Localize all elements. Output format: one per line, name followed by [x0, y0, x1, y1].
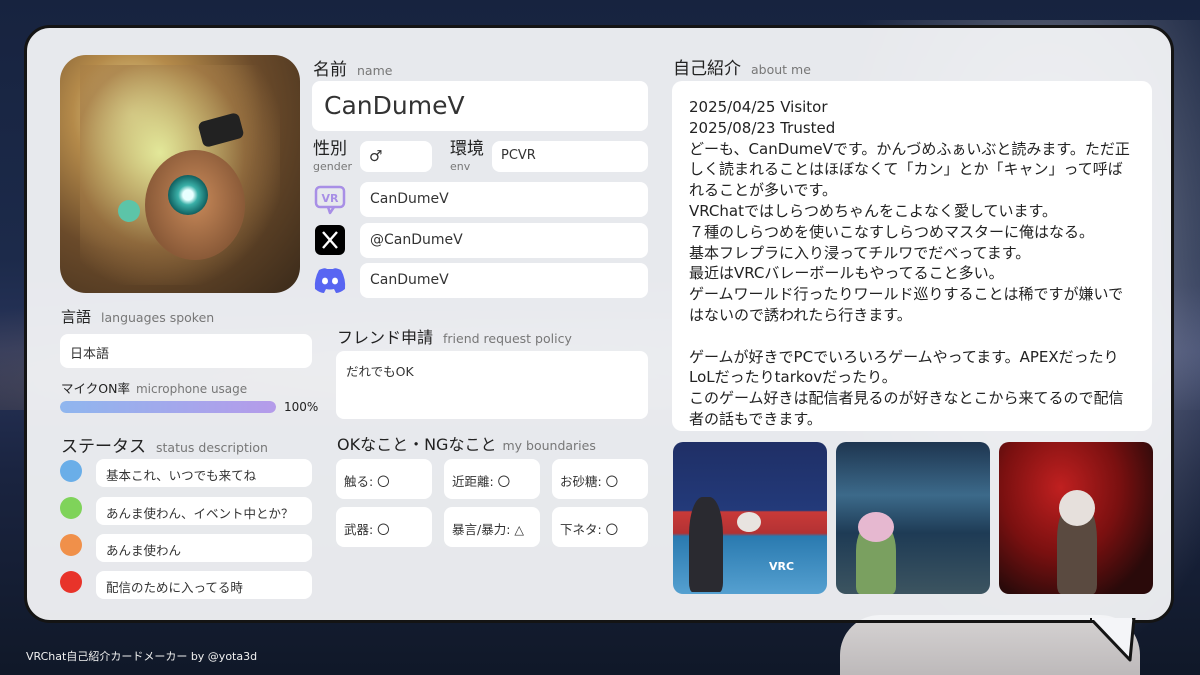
speech-bubble-tail	[1090, 618, 1136, 662]
microphone-percent: 100%	[284, 400, 319, 414]
gender-value: ♂	[360, 141, 432, 172]
status-dot-green	[60, 497, 82, 519]
x-icon	[313, 223, 347, 257]
status-item: 配信のために入ってる時	[96, 571, 312, 599]
photo-autumn-world	[999, 442, 1153, 594]
status-item: あんま使わん	[96, 534, 312, 562]
friend-request-value: だれでもOK	[336, 351, 648, 419]
svg-text:VR: VR	[322, 192, 340, 205]
languages-label: 言語 languages spoken	[61, 308, 215, 326]
microphone-label: マイクON率 microphone usage	[61, 381, 248, 396]
boundary-item: 武器: 〇	[336, 507, 432, 547]
status-dot-orange	[60, 534, 82, 556]
x-account: @CanDumeV	[360, 223, 648, 258]
boundary-item: お砂糖: 〇	[552, 459, 648, 499]
vrchat-account: CanDumeV	[360, 182, 648, 217]
boundary-item: 下ネタ: 〇	[552, 507, 648, 547]
about-text: 2025/04/25 Visitor 2025/08/23 Trusted どー…	[672, 81, 1152, 431]
env-label: 環境 env	[450, 139, 484, 174]
avatar-eye	[168, 175, 208, 215]
microphone-usage-bar	[60, 401, 276, 413]
about-label: 自己紹介 about me	[673, 59, 811, 79]
friend-request-label: フレンド申請 friend request policy	[337, 328, 572, 347]
discord-account: CanDumeV	[360, 263, 648, 298]
boundary-item: 暴言/暴力: △	[444, 507, 540, 547]
name-value: CanDumeV	[312, 81, 648, 131]
discord-icon	[313, 263, 347, 297]
avatar-image	[60, 55, 300, 293]
clover-hair-clip	[118, 200, 140, 222]
languages-value: 日本語	[60, 334, 312, 368]
status-dot-red	[60, 571, 82, 593]
status-dot-blue	[60, 460, 82, 482]
footer-credit: VRChat自己紹介カードメーカー by @yota3d	[26, 650, 258, 663]
boundary-item: 近距離: 〇	[444, 459, 540, 499]
boundaries-label: OKなこと・NGなこと my boundaries	[337, 435, 596, 454]
status-item: あんま使わん、イベント中とか？	[96, 497, 312, 525]
boundary-item: 触る: 〇	[336, 459, 432, 499]
env-value: PCVR	[492, 141, 648, 172]
name-label: 名前 name	[313, 60, 393, 80]
photo-station-world	[836, 442, 990, 594]
gender-label: 性別 gender	[313, 139, 352, 174]
status-label: ステータス status description	[61, 437, 268, 457]
vrchat-icon: VR	[313, 183, 347, 217]
status-item: 基本これ、いつでも来てね	[96, 459, 312, 487]
scoreboard-text: VRC	[769, 560, 795, 573]
photo-volleyball-world: VRC	[673, 442, 827, 594]
